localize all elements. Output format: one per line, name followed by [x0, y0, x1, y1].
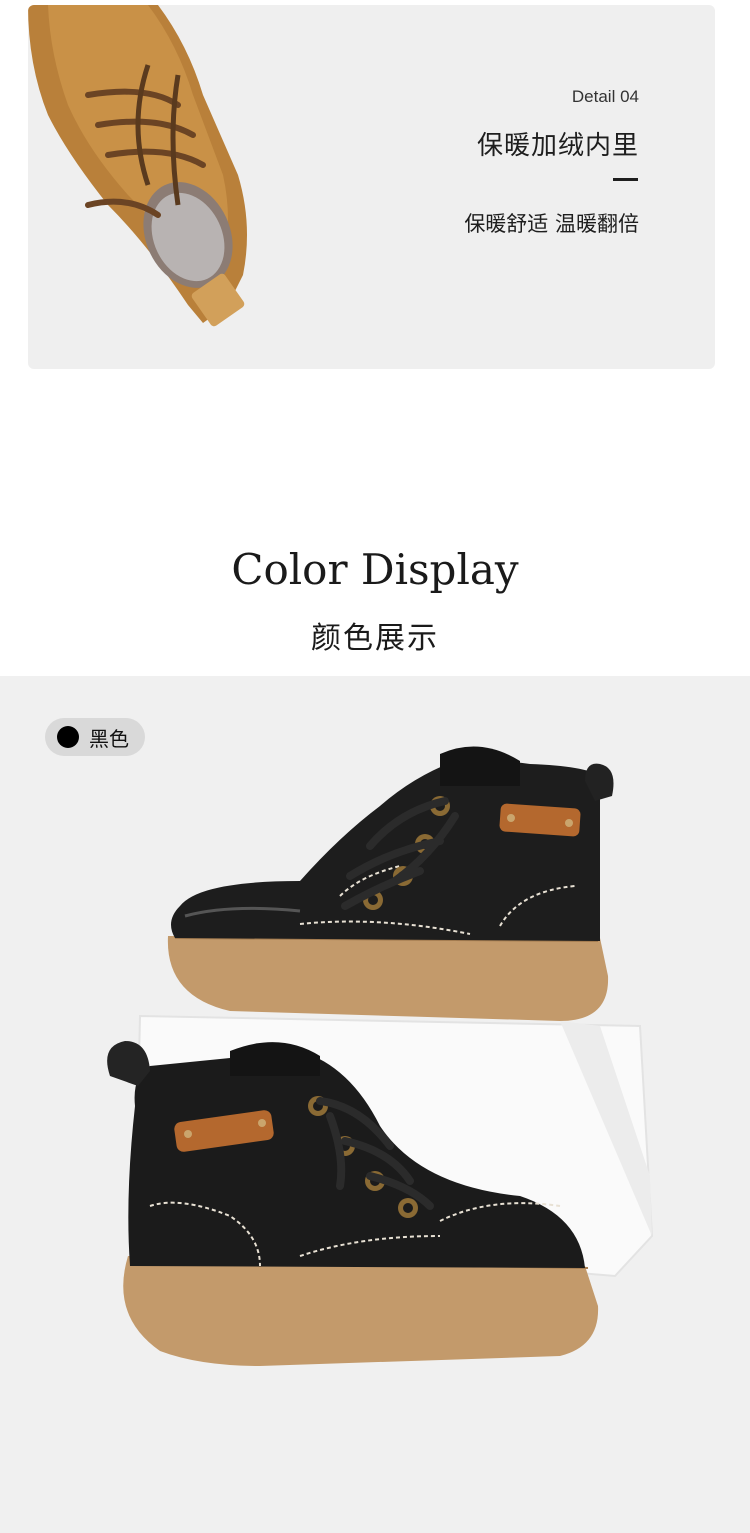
detail-label: Detail 04	[571, 87, 639, 106]
divider	[613, 178, 638, 181]
tan-boot-image	[28, 5, 247, 327]
color-swatch	[57, 726, 79, 748]
product-color-showcase: 黑色	[0, 676, 750, 1533]
detail-subtitle: 保暖舒适 温暖翻倍	[464, 212, 639, 236]
detail-card: Detail 04 保暖加绒内里 保暖舒适 温暖翻倍	[28, 5, 715, 369]
color-display-heading: Color Display	[231, 545, 519, 594]
black-boots-image	[107, 746, 654, 1366]
color-option-tag[interactable]: 黑色	[45, 718, 145, 756]
detail-title: 保暖加绒内里	[476, 131, 639, 161]
color-display-subheading: 颜色展示	[311, 621, 439, 656]
color-name: 黑色	[89, 726, 129, 751]
